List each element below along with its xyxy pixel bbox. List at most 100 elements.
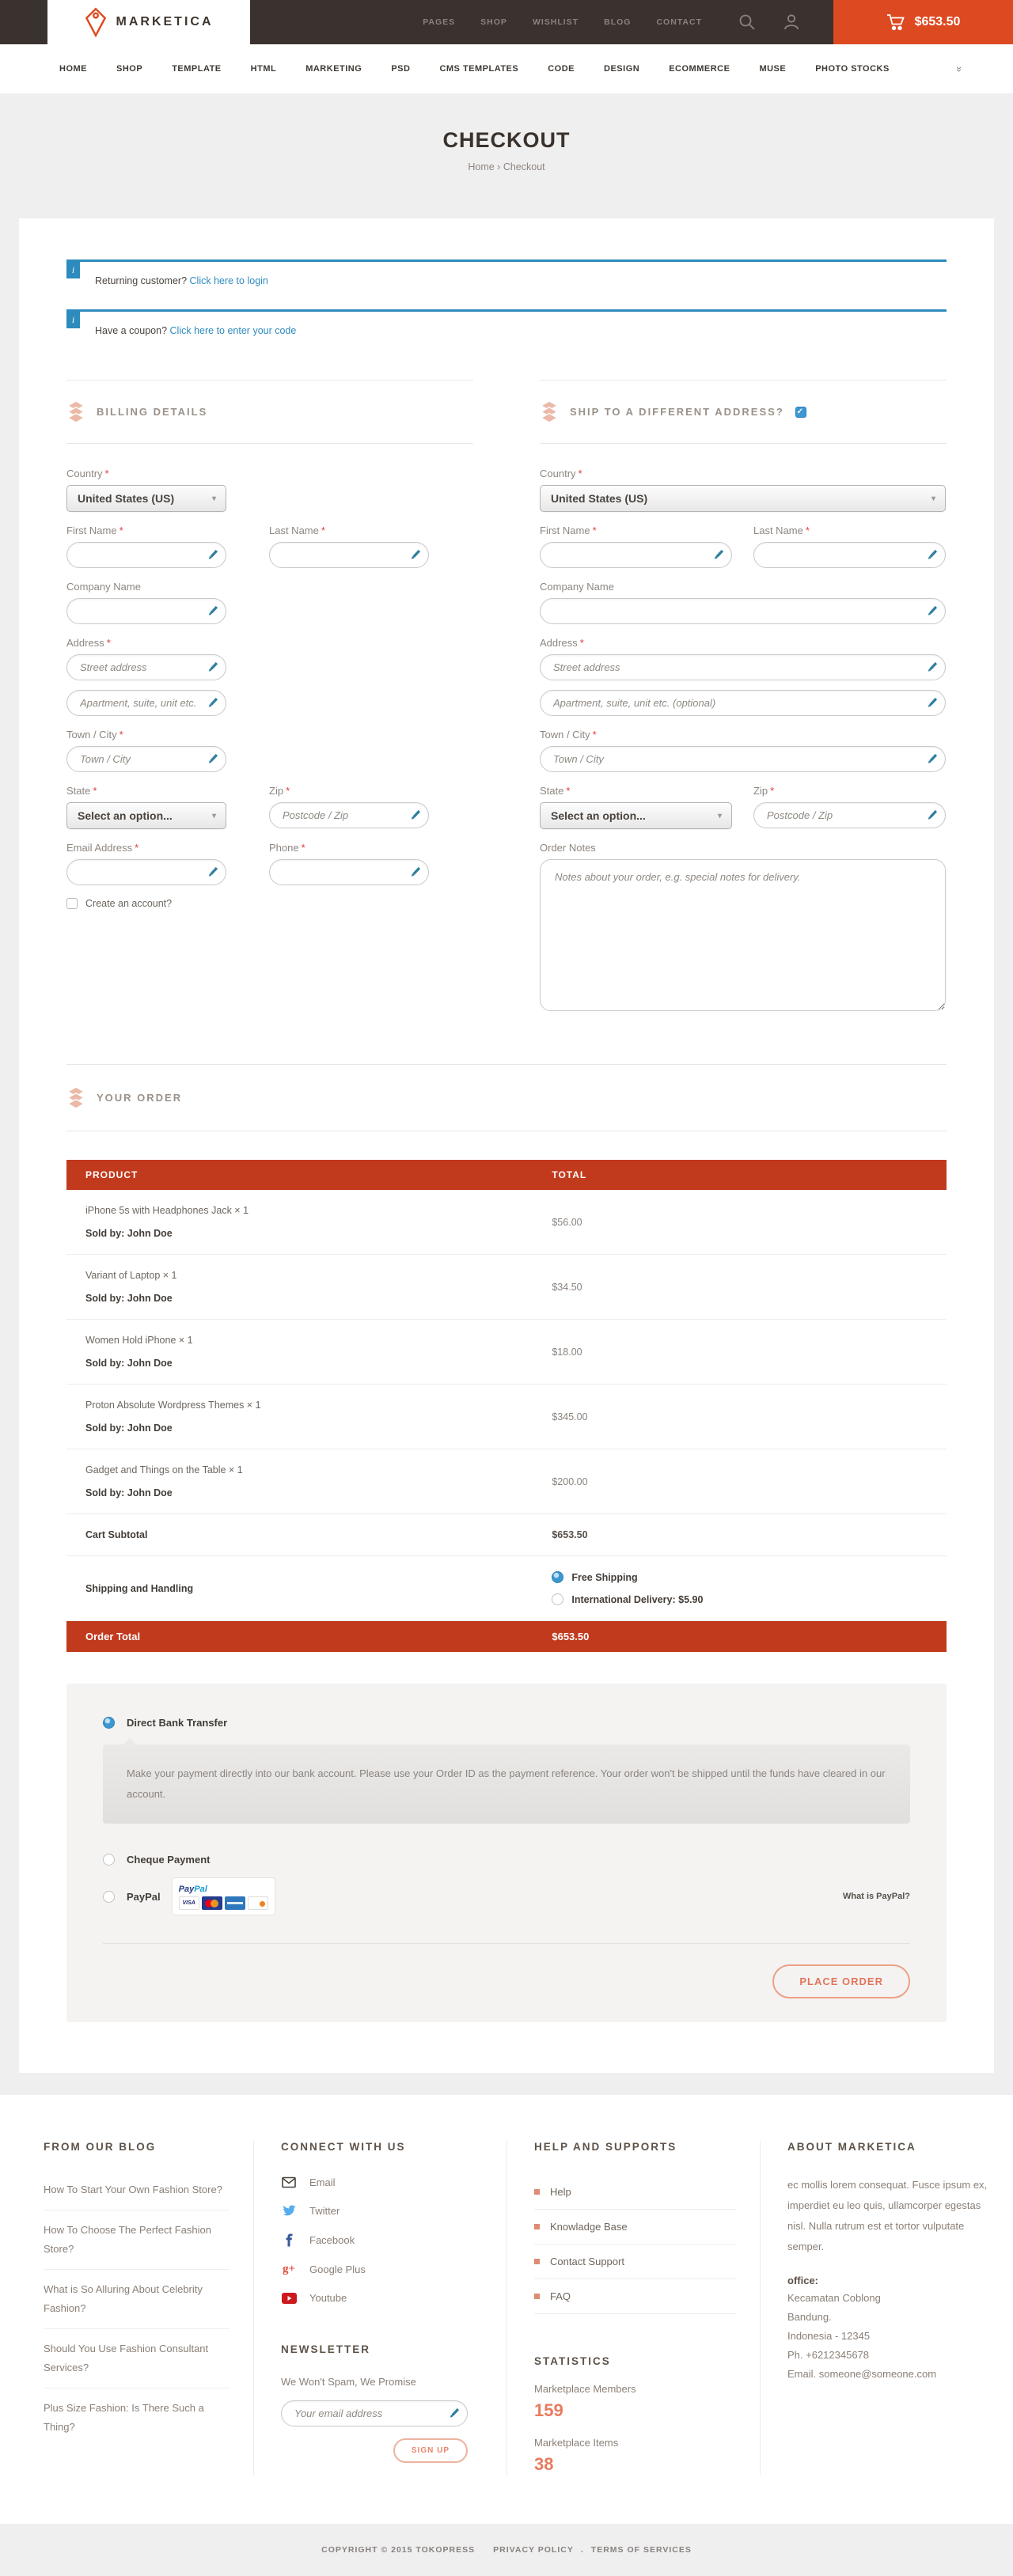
social-link-email[interactable]: Email	[281, 2176, 483, 2188]
blog-post-link[interactable]: Should You Use Fashion Consultant Servic…	[44, 2329, 230, 2388]
help-link[interactable]: Help	[534, 2175, 736, 2210]
shipping-zip-input[interactable]	[753, 802, 946, 828]
billing-street-input[interactable]	[66, 654, 226, 680]
shipping-company-input[interactable]	[540, 598, 946, 624]
billing-email-input[interactable]	[66, 859, 226, 885]
paypal-logo: PayPal	[179, 1885, 207, 1894]
payment-method-paypal[interactable]: PayPal PayPal VISA What is PayPal?	[103, 1872, 910, 1921]
shipping-state-select[interactable]: Select an option... ▾	[540, 802, 732, 829]
shipping-first-name-input[interactable]	[540, 542, 732, 568]
terms-link[interactable]: TERMS OF SERVICES	[591, 2545, 692, 2555]
select-value: United States (US)	[78, 492, 174, 505]
subnav-marketing[interactable]: MARKETING	[305, 64, 362, 74]
subnav-ecommerce[interactable]: ECOMMERCE	[669, 64, 730, 74]
product-name[interactable]: Variant of Laptop × 1	[85, 1270, 514, 1281]
visa-card-icon: VISA	[179, 1896, 199, 1910]
product-name[interactable]: Proton Absolute Wordpress Themes × 1	[85, 1400, 514, 1411]
top-nav-blog[interactable]: BLOG	[604, 17, 631, 27]
billing-first-name-input[interactable]	[66, 542, 226, 568]
billing-town-input[interactable]	[66, 746, 226, 772]
top-nav-shop[interactable]: SHOP	[480, 17, 507, 27]
social-link-twitter[interactable]: Twitter	[281, 2205, 483, 2217]
blog-post-link[interactable]: How To Start Your Own Fashion Store?	[44, 2170, 230, 2210]
help-link[interactable]: Contact Support	[534, 2245, 736, 2279]
ship-different-checkbox[interactable]: ✓	[795, 407, 806, 418]
amex-card-icon	[225, 1896, 245, 1910]
billing-company-input[interactable]	[66, 598, 226, 624]
payment-method-bank[interactable]: Direct Bank Transfer	[103, 1710, 910, 1735]
radio-selected[interactable]	[552, 1571, 563, 1583]
top-nav-contact[interactable]: CONTACT	[656, 17, 702, 27]
subnav-design[interactable]: DESIGN	[604, 64, 639, 74]
create-account-checkbox[interactable]	[66, 898, 78, 909]
sold-by: Sold by: John Doe	[85, 1293, 514, 1304]
order-notes-textarea[interactable]	[540, 859, 946, 1011]
blog-post-link[interactable]: Plus Size Fashion: Is There Such a Thing…	[44, 2388, 230, 2447]
radio-unselected[interactable]	[103, 1854, 115, 1866]
subnav-template[interactable]: TEMPLATE	[172, 64, 221, 74]
billing-last-name-input[interactable]	[269, 542, 429, 568]
subnav-psd[interactable]: PSD	[391, 64, 410, 74]
breadcrumb-home[interactable]: Home	[468, 161, 494, 172]
newsletter-email-input[interactable]	[281, 2400, 468, 2426]
subnav-shop[interactable]: SHOP	[116, 64, 142, 74]
checkout-forms: Country* United States (US) ▾ First Name…	[66, 444, 947, 1028]
shipping-town-input[interactable]	[540, 746, 946, 772]
social-link-youtube[interactable]: Youtube	[281, 2292, 483, 2304]
shipping-country-select[interactable]: United States (US) ▾	[540, 485, 946, 512]
subnav-home[interactable]: HOME	[59, 64, 87, 74]
subnav-cms-templates[interactable]: CMS TEMPLATES	[439, 64, 518, 74]
payment-method-label: Cheque Payment	[127, 1854, 210, 1866]
billing-state-select[interactable]: Select an option... ▾	[66, 802, 226, 829]
shipping-last-name-input[interactable]	[753, 542, 946, 568]
top-nav-wishlist[interactable]: WISHLIST	[533, 17, 579, 27]
blog-post-link[interactable]: How To Choose The Perfect Fashion Store?	[44, 2210, 230, 2270]
shipping-option-international[interactable]: International Delivery: $5.90	[552, 1593, 703, 1605]
social-link-google-plus[interactable]: g+ Google Plus	[281, 2263, 483, 2275]
copyright-text: COPYRIGHT © 2015 TOKOPRESS	[321, 2545, 475, 2555]
social-label: Email	[309, 2176, 336, 2188]
billing-zip-input[interactable]	[269, 802, 429, 828]
double-chevron-down-icon[interactable]: »	[954, 66, 966, 71]
subnav-code[interactable]: CODE	[548, 64, 575, 74]
billing-phone-input[interactable]	[269, 859, 429, 885]
billing-apartment-input[interactable]	[66, 690, 226, 716]
radio-unselected[interactable]	[103, 1891, 115, 1903]
product-name[interactable]: Gadget and Things on the Table × 1	[85, 1464, 514, 1476]
top-nav: PAGES SHOP WISHLIST BLOG CONTACT	[423, 17, 702, 27]
layers-icon	[66, 400, 85, 423]
coupon-link[interactable]: Click here to enter your code	[170, 325, 297, 336]
footer-about-column: ABOUT MARKETICA ec mollis lorem consequa…	[760, 2141, 1013, 2475]
help-link[interactable]: FAQ	[534, 2279, 736, 2314]
product-name[interactable]: Women Hold iPhone × 1	[85, 1335, 514, 1346]
shipping-street-input[interactable]	[540, 654, 946, 680]
user-icon[interactable]	[783, 13, 800, 31]
shipping-apartment-input[interactable]	[540, 690, 946, 716]
search-icon[interactable]	[738, 13, 756, 31]
product-name[interactable]: iPhone 5s with Headphones Jack × 1	[85, 1205, 514, 1216]
place-order-button[interactable]: PLACE ORDER	[772, 1964, 910, 1998]
radio-selected[interactable]	[103, 1717, 115, 1729]
shipping-option-free[interactable]: Free Shipping	[552, 1571, 637, 1583]
line-total: $34.50	[533, 1255, 947, 1319]
youtube-icon	[281, 2293, 297, 2304]
signup-button[interactable]: SIGN UP	[393, 2438, 468, 2463]
billing-heading: BILLING DETAILS	[66, 380, 473, 444]
blog-post-link[interactable]: What is So Alluring About Celebrity Fash…	[44, 2270, 230, 2329]
privacy-policy-link[interactable]: PRIVACY POLICY	[493, 2545, 574, 2555]
subnav-muse[interactable]: MUSE	[759, 64, 786, 74]
social-link-facebook[interactable]: Facebook	[281, 2233, 483, 2247]
payment-method-cheque[interactable]: Cheque Payment	[103, 1847, 910, 1872]
top-nav-pages[interactable]: PAGES	[423, 17, 455, 27]
footer-blog-column: FROM OUR BLOG How To Start Your Own Fash…	[0, 2141, 253, 2475]
login-link[interactable]: Click here to login	[190, 275, 268, 286]
help-link[interactable]: Knowladge Base	[534, 2210, 736, 2245]
subnav-photo-stocks[interactable]: PHOTO STOCKS	[815, 64, 890, 74]
billing-country-select[interactable]: United States (US) ▾	[66, 485, 226, 512]
what-is-paypal-link[interactable]: What is PayPal?	[843, 1892, 910, 1901]
cart-button[interactable]: $653.50	[833, 0, 1013, 44]
radio-unselected[interactable]	[552, 1593, 563, 1605]
logo[interactable]: MARKETICA	[47, 0, 250, 44]
subnav-html[interactable]: HTML	[251, 64, 277, 74]
paypal-cards-image[interactable]: PayPal VISA	[173, 1878, 275, 1915]
